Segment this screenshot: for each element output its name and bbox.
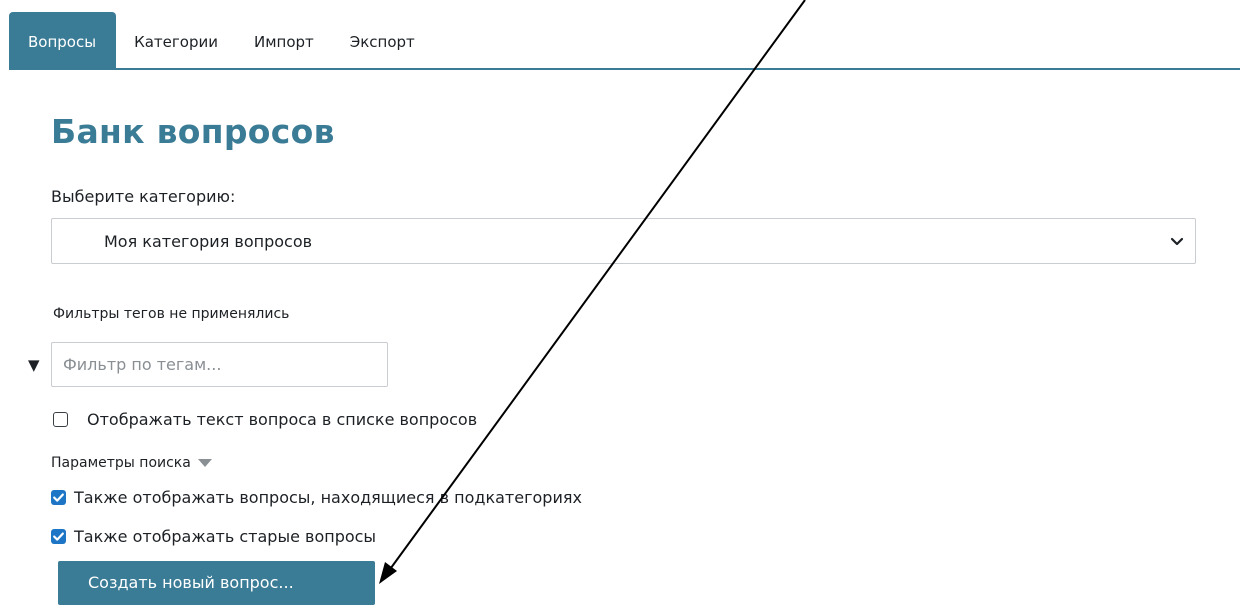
- tag-filter-toggle-icon[interactable]: ▼: [28, 357, 40, 373]
- include-old-row[interactable]: Также отображать старые вопросы: [51, 527, 376, 546]
- caret-down-icon: [197, 459, 212, 467]
- category-select-value: Моя категория вопросов: [104, 232, 313, 251]
- include-old-checkbox[interactable]: [51, 529, 66, 544]
- show-question-text-label: Отображать текст вопроса в списке вопрос…: [87, 410, 478, 429]
- tab-bar: Вопросы Категории Импорт Экспорт: [9, 12, 1240, 70]
- tab-categories[interactable]: Категории: [116, 12, 236, 68]
- category-label: Выберите категорию:: [51, 187, 236, 206]
- check-icon: [53, 532, 64, 541]
- check-icon: [53, 493, 64, 502]
- tab-export[interactable]: Экспорт: [332, 12, 433, 68]
- include-subcategories-label: Также отображать вопросы, находящиеся в …: [74, 488, 582, 507]
- page-title: Банк вопросов: [51, 112, 335, 151]
- include-subcategories-row[interactable]: Также отображать вопросы, находящиеся в …: [51, 488, 582, 507]
- show-question-text-row[interactable]: Отображать текст вопроса в списке вопрос…: [53, 410, 477, 429]
- annotation-arrow-icon: [379, 0, 806, 584]
- tab-questions[interactable]: Вопросы: [9, 12, 117, 68]
- category-select[interactable]: Моя категория вопросов: [51, 218, 1196, 264]
- search-options-toggle[interactable]: Параметры поиска: [51, 455, 212, 471]
- show-question-text-checkbox[interactable]: [53, 412, 68, 427]
- include-old-label: Также отображать старые вопросы: [74, 527, 377, 546]
- search-options-label: Параметры поиска: [51, 455, 191, 471]
- tag-filter-input[interactable]: [51, 342, 388, 387]
- create-question-button[interactable]: Создать новый вопрос...: [58, 561, 375, 605]
- tag-filter-note: Фильтры тегов не применялись: [53, 306, 290, 322]
- chevron-down-icon: [1170, 237, 1184, 246]
- include-subcategories-checkbox[interactable]: [51, 490, 66, 505]
- tab-import[interactable]: Импорт: [236, 12, 332, 68]
